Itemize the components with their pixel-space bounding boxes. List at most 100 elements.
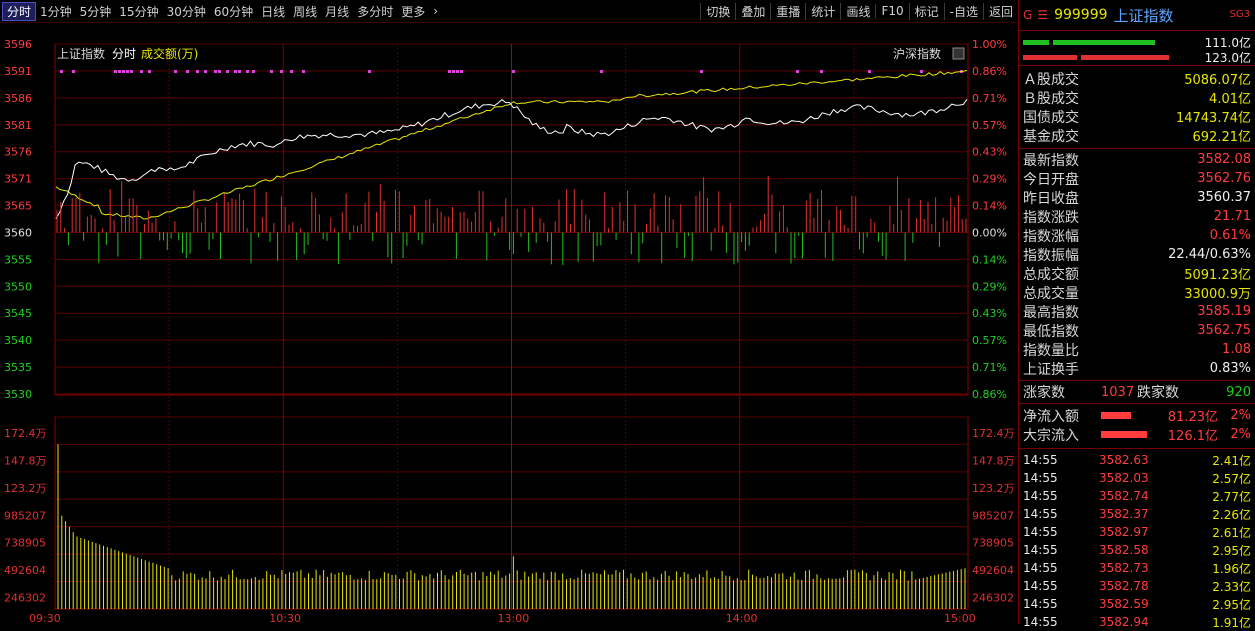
period-tab-8[interactable]: 月线 bbox=[321, 3, 353, 20]
event-marker bbox=[920, 70, 923, 73]
tick-price: 3582.63 bbox=[1099, 453, 1149, 467]
index-stat-row-11: 上证换手 0.83% bbox=[1019, 359, 1255, 378]
period-tab-7[interactable]: 周线 bbox=[289, 3, 321, 20]
market-turnover: Ａ股成交 5086.07亿 Ｂ股成交 4.01亿 国债成交 14743.74亿 基金成交 69… bbox=[1019, 66, 1255, 149]
more-arrow-icon[interactable]: › bbox=[429, 4, 442, 18]
tick-vol: 1.96亿 bbox=[1212, 561, 1251, 576]
ratio-bar-red-short bbox=[1023, 55, 1077, 60]
tool-button-4[interactable]: 画线 bbox=[840, 2, 875, 20]
flow-label: 大宗流入 bbox=[1023, 427, 1079, 444]
tool-button-3[interactable]: 统计 bbox=[805, 2, 840, 20]
event-marker bbox=[174, 70, 177, 73]
tick-time: 14:55 bbox=[1023, 507, 1058, 521]
pct-tick-label: 0.71% bbox=[972, 92, 1007, 105]
event-marker bbox=[600, 70, 603, 73]
index-stat-row-0: 最新指数 3582.08 bbox=[1019, 150, 1255, 169]
period-tab-2[interactable]: 5分钟 bbox=[76, 3, 116, 20]
period-tab-0[interactable]: 分时 bbox=[2, 1, 37, 21]
up-count: 1037 bbox=[1101, 384, 1135, 400]
price-tick-label: 3530 bbox=[4, 388, 32, 401]
tool-button-1[interactable]: 叠加 bbox=[735, 2, 770, 20]
tick-vol: 2.61亿 bbox=[1212, 525, 1251, 540]
volume-tick-label: 172.4万 bbox=[4, 427, 47, 440]
tick-vol: 2.95亿 bbox=[1212, 543, 1251, 558]
index-stat-label: 最新指数 bbox=[1023, 152, 1079, 169]
pct-tick-label: 0.29% bbox=[972, 280, 1007, 293]
turnover-value: 5086.07亿 bbox=[1184, 73, 1251, 88]
event-marker bbox=[302, 70, 305, 73]
tick-row: 14:55 3582.03 2.57亿 bbox=[1019, 469, 1255, 487]
ratio-bar-green bbox=[1053, 40, 1155, 45]
group-icon[interactable]: G bbox=[1023, 8, 1032, 22]
period-tab-4[interactable]: 30分钟 bbox=[163, 3, 210, 20]
index-stat-label: 指数振幅 bbox=[1023, 247, 1079, 264]
tick-time: 14:55 bbox=[1023, 543, 1058, 557]
pct-tick-label: 0.57% bbox=[972, 119, 1007, 132]
event-marker bbox=[234, 70, 237, 73]
event-marker bbox=[448, 70, 451, 73]
menu-icon[interactable]: ☰ bbox=[1037, 8, 1048, 22]
time-tick-label: 15:00 bbox=[944, 612, 976, 624]
tick-time: 14:55 bbox=[1023, 615, 1058, 629]
volume-tick-label-right: 738905 bbox=[972, 537, 1014, 550]
volume-tick-label: 147.8万 bbox=[4, 454, 47, 467]
tick-time: 14:55 bbox=[1023, 597, 1058, 611]
period-tab-10[interactable]: 更多 bbox=[397, 3, 429, 20]
time-tick-label: 09:30 bbox=[29, 612, 61, 624]
index-stat-label: 最高指数 bbox=[1023, 304, 1079, 321]
index-stat-value: 3585.19 bbox=[1197, 304, 1251, 319]
pct-tick-label: 0.71% bbox=[972, 361, 1007, 374]
tick-row: 14:55 3582.78 2.33亿 bbox=[1019, 577, 1255, 595]
index-stat-value: 3582.08 bbox=[1197, 152, 1251, 167]
index-stat-value: 1.08 bbox=[1222, 342, 1251, 357]
period-tab-1[interactable]: 1分钟 bbox=[36, 3, 76, 20]
tick-time: 14:55 bbox=[1023, 561, 1058, 575]
tool-button-0[interactable]: 切换 bbox=[700, 2, 735, 20]
event-marker bbox=[148, 70, 151, 73]
period-tab-9[interactable]: 多分时 bbox=[353, 3, 397, 20]
volume-tick-label: 985207 bbox=[4, 509, 46, 522]
event-marker bbox=[72, 70, 75, 73]
tick-vol: 2.26亿 bbox=[1212, 507, 1251, 522]
pct-tick-label: 0.86% bbox=[972, 388, 1007, 401]
period-tabs: 分时 1分钟 5分钟 15分钟 30分钟 60分钟 日线 周线 月线 多分时 更多 › bbox=[2, 0, 442, 22]
intraday-chart[interactable]: 3596 1.00% 3591 0.86% 3586 0.71% 3581 0.57% 3576… bbox=[0, 22, 1018, 624]
index-stat-label: 总成交额 bbox=[1023, 266, 1079, 283]
event-marker bbox=[226, 70, 229, 73]
turnover-row-1: Ｂ股成交 4.01亿 bbox=[1019, 88, 1255, 108]
price-tick-label: 3560 bbox=[4, 226, 32, 239]
turnover-label: Ｂ股成交 bbox=[1023, 90, 1079, 107]
event-marker bbox=[196, 70, 199, 73]
index-stat-label: 今日开盘 bbox=[1023, 171, 1079, 188]
period-tab-6[interactable]: 日线 bbox=[257, 3, 289, 20]
period-tab-5[interactable]: 60分钟 bbox=[210, 3, 257, 20]
chart-header-label: 成交额(万) bbox=[141, 46, 198, 61]
ratio-value-2: 123.0亿 bbox=[1204, 51, 1251, 65]
price-tick-label: 3565 bbox=[4, 200, 32, 213]
volume-tick-label-right: 985207 bbox=[972, 509, 1014, 522]
quote-header: G ☰ 999999 上证指数 SG3 bbox=[1019, 0, 1255, 31]
turnover-value: 692.21亿 bbox=[1192, 130, 1252, 145]
tool-button-2[interactable]: 重播 bbox=[770, 2, 805, 20]
flow-bar bbox=[1101, 431, 1147, 438]
turnover-label: Ａ股成交 bbox=[1023, 71, 1079, 88]
tick-vol: 2.33亿 bbox=[1212, 579, 1251, 594]
tick-price: 3582.94 bbox=[1099, 615, 1149, 629]
time-tick-label: 13:00 bbox=[498, 612, 530, 624]
index-stat-row-7: 总成交量 33000.9万 bbox=[1019, 283, 1255, 303]
event-marker bbox=[270, 70, 273, 73]
tool-button-8[interactable]: 返回 bbox=[982, 2, 1018, 20]
event-marker bbox=[114, 70, 117, 73]
pct-tick-label: 0.14% bbox=[972, 200, 1007, 213]
tick-list[interactable]: 14:55 3582.63 2.41亿 14:55 3582.03 2.57亿 14:55 3… bbox=[1019, 449, 1255, 631]
flow-row-0: 净流入额 81.23亿 2% bbox=[1019, 406, 1255, 425]
tick-vol: 2.95亿 bbox=[1212, 597, 1251, 612]
tool-button-6[interactable]: 标记 bbox=[908, 2, 944, 20]
tool-button-5[interactable]: F10 bbox=[875, 4, 908, 18]
tick-row: 14:55 3582.97 2.61亿 bbox=[1019, 523, 1255, 541]
period-tab-3[interactable]: 15分钟 bbox=[115, 3, 162, 20]
tool-button-7[interactable]: -自选 bbox=[943, 2, 983, 20]
breadth-row: 涨家数 1037 跌家数 920 bbox=[1019, 381, 1255, 404]
pct-tick-label: 0.14% bbox=[972, 253, 1007, 266]
price-tick-label: 3586 bbox=[4, 92, 32, 105]
